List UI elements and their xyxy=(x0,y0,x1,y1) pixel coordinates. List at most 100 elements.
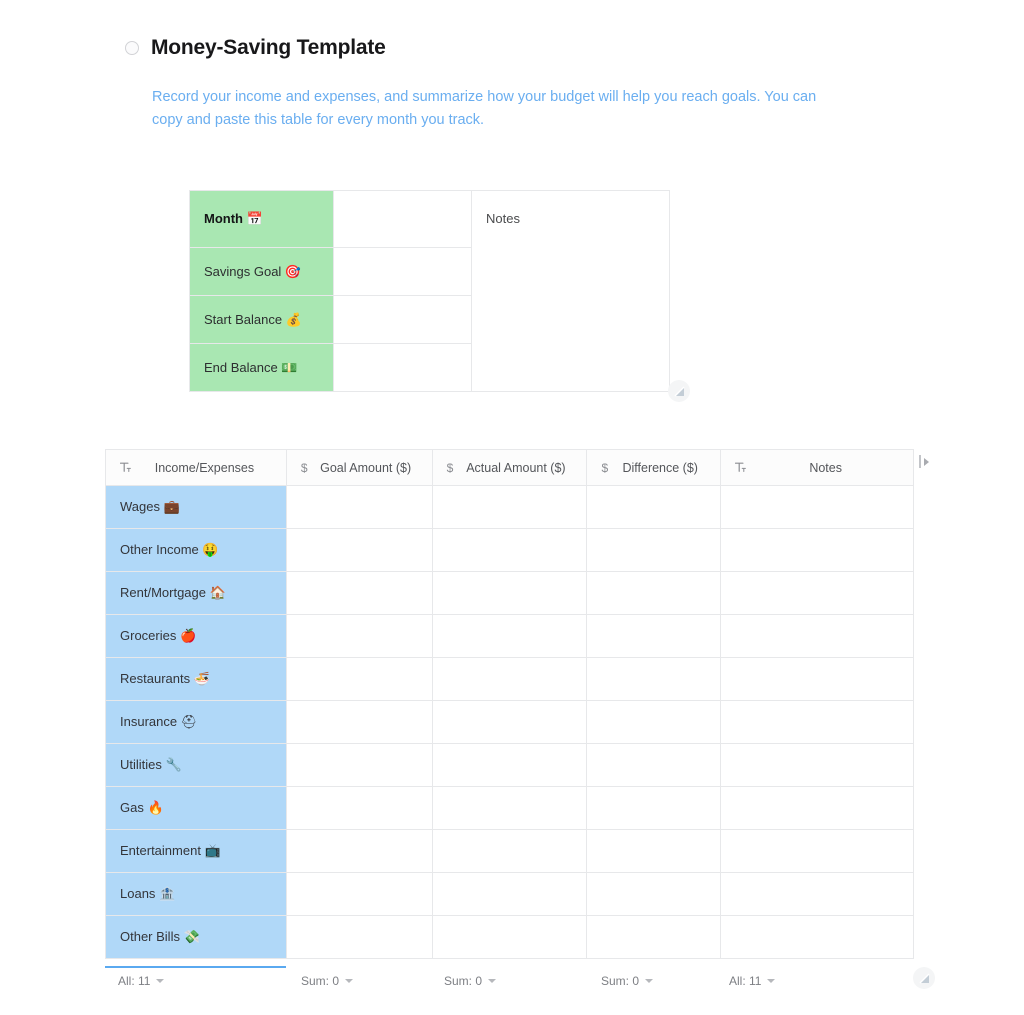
budget-cell-goal[interactable] xyxy=(285,872,433,916)
budget-cell-difference[interactable] xyxy=(586,872,722,916)
budget-row-label[interactable]: Entertainment 📺 xyxy=(105,829,287,873)
budget-cell-actual[interactable] xyxy=(431,700,588,744)
currency-type-icon: $ xyxy=(601,460,609,475)
budget-cell-notes[interactable] xyxy=(720,829,914,873)
budget-cell-difference[interactable] xyxy=(586,571,722,615)
column-header-label: Goal Amount ($) xyxy=(320,460,412,475)
budget-cell-goal[interactable] xyxy=(285,786,433,830)
aggregate-label: Sum: 0 xyxy=(601,974,640,988)
budget-cell-actual[interactable] xyxy=(431,915,588,959)
budget-cell-goal[interactable] xyxy=(285,915,433,959)
budget-cell-goal[interactable] xyxy=(285,657,433,701)
column-expand-icon[interactable] xyxy=(919,455,931,468)
aggregate-label: Sum: 0 xyxy=(444,974,483,988)
budget-cell-actual[interactable] xyxy=(431,528,588,572)
summary-row-value[interactable] xyxy=(333,190,472,248)
budget-cell-difference[interactable] xyxy=(586,786,722,830)
table-row: Restaurants 🍜 xyxy=(105,657,914,701)
budget-cell-notes[interactable] xyxy=(720,743,914,787)
budget-cell-difference[interactable] xyxy=(586,485,722,529)
budget-cell-difference[interactable] xyxy=(586,614,722,658)
budget-cell-notes[interactable] xyxy=(720,657,914,701)
budget-cell-goal[interactable] xyxy=(285,614,433,658)
table-row: Insurance ⛑ xyxy=(105,700,914,744)
page-subtitle: Record your income and expenses, and sum… xyxy=(152,89,817,128)
budget-cell-notes[interactable] xyxy=(720,872,914,916)
budget-cell-notes[interactable] xyxy=(720,485,914,529)
budget-row-label[interactable]: Gas 🔥 xyxy=(105,786,287,830)
budget-row-label[interactable]: Insurance ⛑ xyxy=(105,700,287,744)
column-header-goal-amount[interactable]: $ Goal Amount ($) xyxy=(285,449,433,486)
column-header-income-expenses[interactable]: Income/Expenses xyxy=(105,449,287,486)
resize-corner-icon[interactable] xyxy=(913,967,935,989)
budget-cell-actual[interactable] xyxy=(431,872,588,916)
budget-cell-difference[interactable] xyxy=(586,743,722,787)
budget-cell-notes[interactable] xyxy=(720,700,914,744)
budget-row-label[interactable]: Loans 🏦 xyxy=(105,872,287,916)
column-header-difference[interactable]: $ Difference ($) xyxy=(586,449,722,486)
chevron-down-icon xyxy=(156,979,165,983)
currency-type-icon: $ xyxy=(446,460,454,475)
budget-cell-actual[interactable] xyxy=(431,743,588,787)
budget-row-label[interactable]: Other Bills 💸 xyxy=(105,915,287,959)
table-row: Entertainment 📺 xyxy=(105,829,914,873)
budget-row-label[interactable]: Rent/Mortgage 🏠 xyxy=(105,571,287,615)
summary-row-value[interactable] xyxy=(333,295,472,344)
summary-row-label[interactable]: End Balance 💵 xyxy=(189,343,334,392)
budget-row-label[interactable]: Other Income 🤑 xyxy=(105,528,287,572)
page-title-row: Money-Saving Template xyxy=(125,36,386,60)
budget-table-wrapper: Income/Expenses $ Goal Amount ($) $ Actu… xyxy=(105,449,925,959)
budget-cell-actual[interactable] xyxy=(431,571,588,615)
summary-table: Month 📅 Notes Savings Goal 🎯 Start Balan… xyxy=(189,190,670,392)
table-row: Month 📅 Notes xyxy=(189,190,670,392)
resize-corner-icon[interactable] xyxy=(668,380,690,402)
budget-cell-goal[interactable] xyxy=(285,528,433,572)
summary-row-label[interactable]: Start Balance 💰 xyxy=(189,295,334,344)
budget-cell-notes[interactable] xyxy=(720,571,914,615)
budget-cell-goal[interactable] xyxy=(285,743,433,787)
table-row: Loans 🏦 xyxy=(105,872,914,916)
budget-cell-goal[interactable] xyxy=(285,829,433,873)
budget-cell-goal[interactable] xyxy=(285,571,433,615)
budget-cell-goal[interactable] xyxy=(285,485,433,529)
aggregate-income-expenses[interactable]: All: 11 xyxy=(118,974,165,988)
budget-row-label[interactable]: Groceries 🍎 xyxy=(105,614,287,658)
budget-row-label[interactable]: Restaurants 🍜 xyxy=(105,657,287,701)
radio-unchecked-icon[interactable] xyxy=(125,41,139,55)
page-title: Money-Saving Template xyxy=(151,36,386,59)
text-type-icon xyxy=(735,462,747,474)
column-header-actual-amount[interactable]: $ Actual Amount ($) xyxy=(431,449,588,486)
budget-row-label[interactable]: Wages 💼 xyxy=(105,485,287,529)
budget-cell-actual[interactable] xyxy=(431,485,588,529)
budget-cell-difference[interactable] xyxy=(586,528,722,572)
budget-cell-notes[interactable] xyxy=(720,528,914,572)
budget-cell-notes[interactable] xyxy=(720,786,914,830)
budget-cell-goal[interactable] xyxy=(285,700,433,744)
aggregate-difference[interactable]: Sum: 0 xyxy=(601,974,654,988)
aggregate-notes[interactable]: All: 11 xyxy=(729,974,776,988)
budget-cell-difference[interactable] xyxy=(586,657,722,701)
chevron-down-icon xyxy=(345,979,354,983)
budget-cell-actual[interactable] xyxy=(431,657,588,701)
aggregate-actual-amount[interactable]: Sum: 0 xyxy=(444,974,497,988)
aggregate-goal-amount[interactable]: Sum: 0 xyxy=(301,974,354,988)
summary-notes-cell[interactable]: Notes xyxy=(471,190,670,392)
budget-cell-actual[interactable] xyxy=(431,614,588,658)
chevron-down-icon xyxy=(645,979,654,983)
budget-cell-difference[interactable] xyxy=(586,915,722,959)
summary-row-value[interactable] xyxy=(333,343,472,392)
budget-cell-difference[interactable] xyxy=(586,700,722,744)
column-header-notes[interactable]: Notes xyxy=(720,449,914,486)
budget-cell-notes[interactable] xyxy=(720,915,914,959)
budget-cell-actual[interactable] xyxy=(431,829,588,873)
budget-table: Income/Expenses $ Goal Amount ($) $ Actu… xyxy=(105,449,914,959)
budget-cell-notes[interactable] xyxy=(720,614,914,658)
budget-cell-actual[interactable] xyxy=(431,786,588,830)
summary-row-label[interactable]: Savings Goal 🎯 xyxy=(189,247,334,296)
budget-row-label[interactable]: Utilities 🔧 xyxy=(105,743,287,787)
summary-row-value[interactable] xyxy=(333,247,472,296)
budget-cell-difference[interactable] xyxy=(586,829,722,873)
currency-type-icon: $ xyxy=(300,460,308,475)
summary-row-label[interactable]: Month 📅 xyxy=(189,190,334,248)
table-row: Groceries 🍎 xyxy=(105,614,914,658)
